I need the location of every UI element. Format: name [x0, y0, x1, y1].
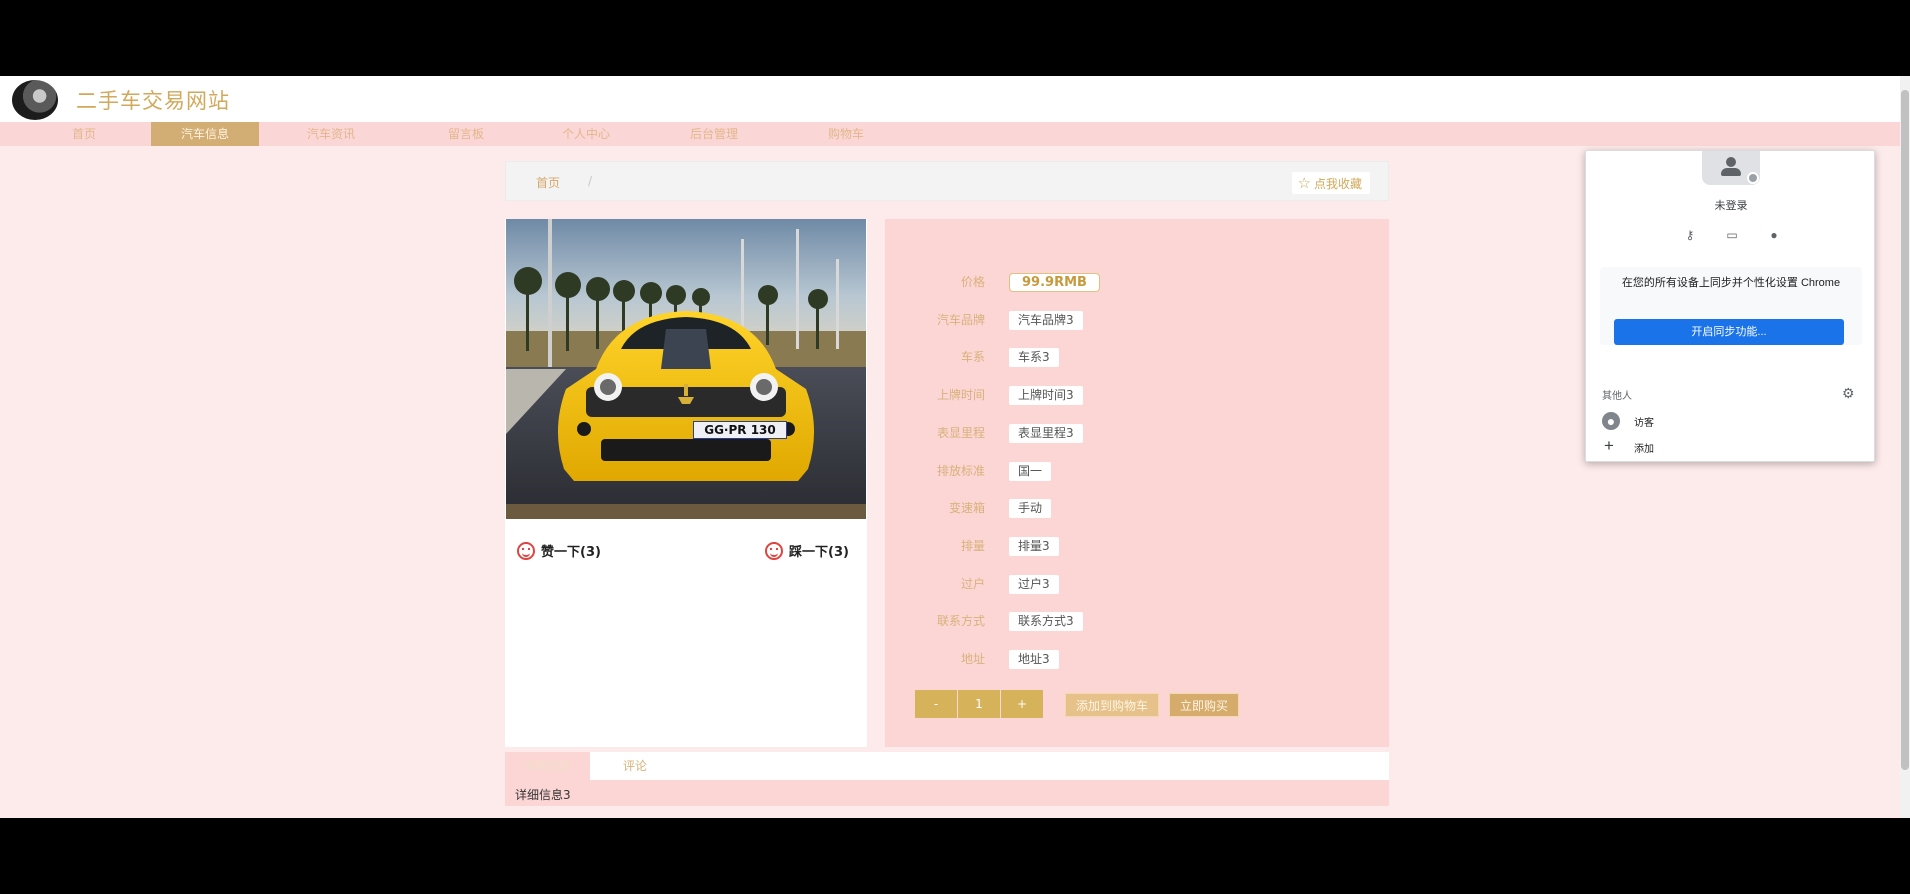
like-label: 赞一下(3)	[541, 545, 601, 560]
series-label: 车系	[960, 350, 985, 364]
mileage-value: 表显里程3	[1009, 424, 1083, 443]
quantity-decrease-button[interactable]: -	[915, 690, 957, 718]
add-to-cart-button[interactable]: 添加到购物车	[1065, 693, 1160, 717]
detail-row-contact: 联系方式 联系方式3	[885, 610, 1389, 632]
displacement-value: 排量3	[1009, 537, 1059, 556]
page-scrollbar[interactable]	[1900, 76, 1910, 818]
site-logo[interactable]	[12, 80, 58, 120]
detail-row-brand: 汽车品牌 汽车品牌3	[885, 309, 1389, 331]
scrollbar-thumb[interactable]	[1901, 90, 1909, 770]
chrome-profile-menu: 未登录 ⚷ ▭ ● 在您的所有设备上同步并个性化设置 Chrome 开启同步功能…	[1585, 150, 1875, 462]
screen: 二手车交易网站 首页 汽车信息 汽车资讯 留言板 个人中心 后台管理 购物车 首…	[0, 0, 1910, 894]
detail-row-gearbox: 变速箱 手动	[885, 497, 1389, 519]
nav-item-cart[interactable]: 购物车	[800, 122, 892, 146]
tab-details[interactable]: 详细信息	[505, 752, 590, 780]
detail-tabs: 详细信息 评论	[505, 752, 1389, 780]
detail-row-price: 价格 99.9RMB	[885, 271, 1389, 293]
detail-row-mileage: 表显里程 表显里程3	[885, 422, 1389, 444]
nav-item-message-board[interactable]: 留言板	[420, 122, 512, 146]
gearbox-value: 手动	[1009, 499, 1052, 518]
nav-item-home[interactable]: 首页	[40, 122, 128, 146]
detail-row-address: 地址 地址3	[885, 648, 1389, 670]
brand-label: 汽车品牌	[936, 313, 985, 327]
transfer-label: 过户	[960, 577, 985, 591]
plus-icon: +	[1604, 436, 1614, 455]
detail-row-series: 车系 车系3	[885, 346, 1389, 368]
person-icon: ●	[1602, 412, 1620, 430]
registration-label: 上牌时间	[936, 388, 985, 402]
car-photo-image	[506, 219, 866, 519]
profile-avatar	[1702, 151, 1760, 185]
location-pin-icon[interactable]: ●	[1766, 227, 1782, 243]
gearbox-label: 变速箱	[948, 501, 985, 515]
contact-label: 联系方式	[936, 614, 985, 628]
detail-row-registration: 上牌时间 上牌时间3	[885, 384, 1389, 406]
favorite-button[interactable]: ☆ 点我收藏	[1291, 172, 1370, 194]
star-icon: ☆	[1297, 174, 1311, 192]
address-value: 地址3	[1009, 650, 1059, 669]
tab-comments[interactable]: 评论	[605, 752, 665, 780]
nav-item-admin[interactable]: 后台管理	[668, 122, 760, 146]
brand-value: 汽车品牌3	[1009, 311, 1083, 330]
site-title: 二手车交易网站	[76, 89, 230, 113]
quantity-increase-button[interactable]: +	[1001, 690, 1043, 718]
buy-now-button[interactable]: 立即购买	[1169, 693, 1240, 717]
breadcrumb-separator: /	[588, 174, 593, 188]
series-value: 车系3	[1009, 348, 1059, 367]
smile-icon	[517, 542, 535, 560]
card-icon[interactable]: ▭	[1724, 227, 1740, 243]
add-label: 添加	[1634, 444, 1654, 455]
price-label: 价格	[960, 275, 985, 289]
registration-value: 上牌时间3	[1009, 386, 1083, 405]
product-image-card: GG·PR 130 赞一下(3) 踩一下(3)	[505, 219, 867, 747]
dislike-button[interactable]: 踩一下(3)	[765, 541, 849, 560]
sync-promo: 在您的所有设备上同步并个性化设置 Chrome 开启同步功能...	[1600, 267, 1862, 345]
nav-item-user-center[interactable]: 个人中心	[540, 122, 632, 146]
smile-icon	[765, 542, 783, 560]
dislike-label: 踩一下(3)	[789, 545, 849, 560]
gear-icon[interactable]: ⚙	[1842, 385, 1855, 402]
site-header: 二手车交易网站	[0, 76, 1900, 122]
nav-item-car-info[interactable]: 汽车信息	[151, 122, 259, 146]
sync-description: 在您的所有设备上同步并个性化设置 Chrome	[1621, 277, 1841, 289]
like-button[interactable]: 赞一下(3)	[517, 541, 601, 560]
detail-text: 详细信息3	[515, 788, 571, 802]
quantity-input[interactable]: 1	[958, 690, 1000, 718]
favorite-label: 点我收藏	[1313, 177, 1362, 191]
main-nav: 首页 汽车信息 汽车资讯 留言板 个人中心 后台管理 购物车	[0, 122, 1900, 146]
breadcrumb: 首页 / ☆ 点我收藏	[505, 161, 1389, 201]
address-label: 地址	[960, 652, 985, 666]
guest-label: 访客	[1634, 418, 1654, 429]
other-people-label: 其他人	[1602, 391, 1632, 402]
contact-value: 联系方式3	[1009, 612, 1083, 631]
browser-page: 二手车交易网站 首页 汽车信息 汽车资讯 留言板 个人中心 后台管理 购物车 首…	[0, 76, 1900, 818]
breadcrumb-home-link[interactable]: 首页	[536, 174, 560, 191]
signin-status: 未登录	[1714, 200, 1748, 212]
mileage-label: 表显里程	[936, 426, 985, 440]
transfer-value: 过户3	[1009, 575, 1059, 594]
car-license-plate: GG·PR 130	[693, 421, 787, 439]
profile-quick-links: ⚷ ▭ ●	[1682, 227, 1782, 243]
tab-content: 详细信息3	[505, 780, 1389, 806]
displacement-label: 排量	[960, 539, 985, 553]
turn-on-sync-button[interactable]: 开启同步功能...	[1614, 319, 1844, 345]
emission-label: 排放标准	[936, 464, 985, 478]
key-icon[interactable]: ⚷	[1682, 227, 1698, 243]
detail-row-displacement: 排量 排量3	[885, 535, 1389, 557]
car-detail-panel: 价格 99.9RMB 汽车品牌 汽车品牌3 车系 车系3 上牌时间 上牌时间3 …	[885, 219, 1389, 747]
person-icon	[1726, 157, 1736, 167]
detail-row-transfer: 过户 过户3	[885, 573, 1389, 595]
price-value: 99.9RMB	[1009, 273, 1100, 292]
car-photo[interactable]: GG·PR 130	[506, 219, 866, 519]
emission-value: 国一	[1009, 462, 1052, 481]
detail-row-emission: 排放标准 国一	[885, 460, 1389, 482]
badge-icon	[1747, 172, 1759, 184]
nav-item-car-news[interactable]: 汽车资讯	[285, 122, 377, 146]
